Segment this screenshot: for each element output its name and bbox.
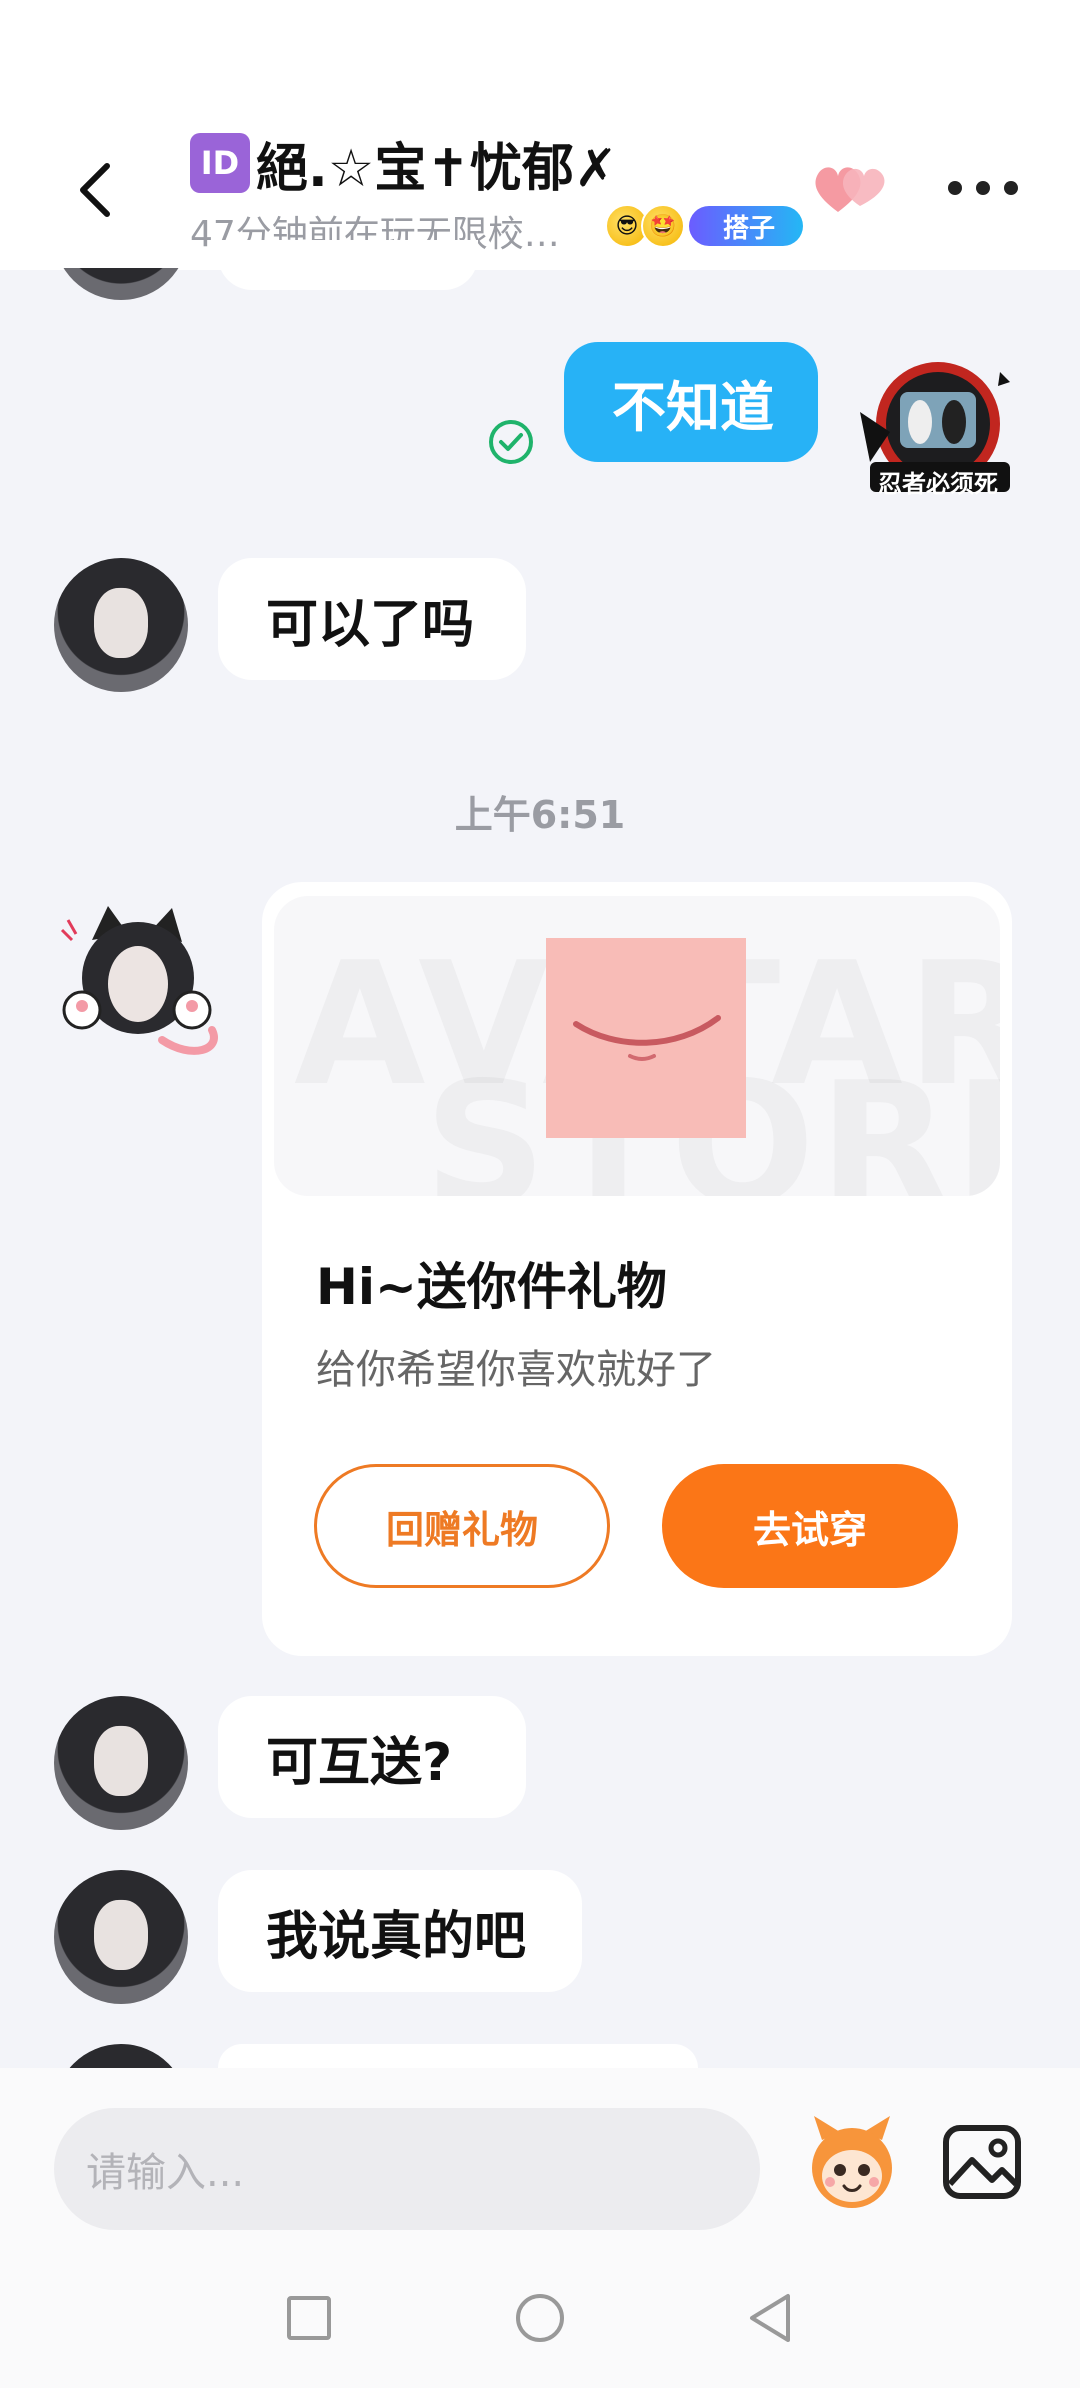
return-gift-button[interactable]: 回赠礼物: [314, 1464, 610, 1588]
starstruck-emoji-icon: 🤩: [641, 204, 685, 248]
more-dot-icon: [976, 181, 990, 195]
more-dot-icon: [1004, 181, 1018, 195]
lips-icon: [573, 1015, 721, 1061]
chevron-left-icon: [80, 163, 110, 217]
back-triangle-icon[interactable]: [746, 2292, 794, 2344]
intimacy-button[interactable]: [810, 158, 890, 218]
my-message-bubble[interactable]: 不知道: [564, 342, 818, 462]
mascot-icon: [812, 2116, 892, 2208]
recent-apps-button[interactable]: [287, 2296, 331, 2340]
chat-header: ID 絕.☆宝✝忧郁✗ 47分钟前在玩无限校… 😎 🤩 搭子: [0, 0, 1080, 270]
message-input[interactable]: 请输入...: [54, 2108, 760, 2230]
contact-avatar[interactable]: [54, 1696, 188, 1830]
hearts-icon: [815, 167, 885, 212]
contact-name-text: 絕.☆宝✝忧郁✗: [256, 138, 618, 199]
more-dot-icon: [948, 181, 962, 195]
image-icon: [943, 2125, 1021, 2199]
message-bubble-cutoff: [218, 240, 478, 290]
read-check-icon: [489, 420, 533, 464]
gift-description: 给你希望你喜欢就好了: [316, 1347, 716, 1393]
image-button[interactable]: [940, 2120, 1024, 2204]
home-button[interactable]: [516, 2294, 564, 2342]
cat-girl-avatar-icon: [60, 906, 218, 1055]
contact-avatar[interactable]: [54, 558, 188, 692]
gift-card[interactable]: AVATAR STORE Hi~送你件礼物 给你希望你喜欢就好了 回赠礼物 去试…: [262, 882, 1012, 1656]
gift-item-image: [546, 938, 746, 1138]
more-options-button[interactable]: [948, 168, 1018, 208]
try-on-button[interactable]: 去试穿: [662, 1464, 958, 1588]
sticker-button[interactable]: [800, 2110, 904, 2214]
contact-name[interactable]: ID 絕.☆宝✝忧郁✗: [190, 128, 618, 199]
contact-avatar[interactable]: [54, 1870, 188, 2004]
input-bar: 请输入...: [0, 2068, 1080, 2248]
tag-badge: 搭子: [689, 206, 804, 246]
gift-preview[interactable]: AVATAR STORE: [274, 896, 1000, 1196]
message-bubble[interactable]: 可互送?: [218, 1696, 526, 1818]
back-button[interactable]: [60, 150, 130, 230]
contact-avatar-cat[interactable]: [52, 900, 222, 1070]
gift-title: Hi~送你件礼物: [316, 1258, 667, 1316]
message-bubble[interactable]: 我说真的吧: [218, 1870, 582, 1992]
message-bubble[interactable]: 可以了吗: [218, 558, 526, 680]
my-avatar[interactable]: 忍者必须死: [850, 352, 1020, 502]
message-timestamp: 上午6:51: [454, 793, 626, 837]
my-avatar-caption: 忍者必须死: [878, 469, 998, 498]
relationship-badges[interactable]: 😎 🤩 搭子: [605, 204, 804, 248]
system-nav-bar: [0, 2248, 1080, 2388]
message-bubble-cutoff: [218, 2044, 698, 2068]
id-badge: ID: [190, 133, 250, 193]
